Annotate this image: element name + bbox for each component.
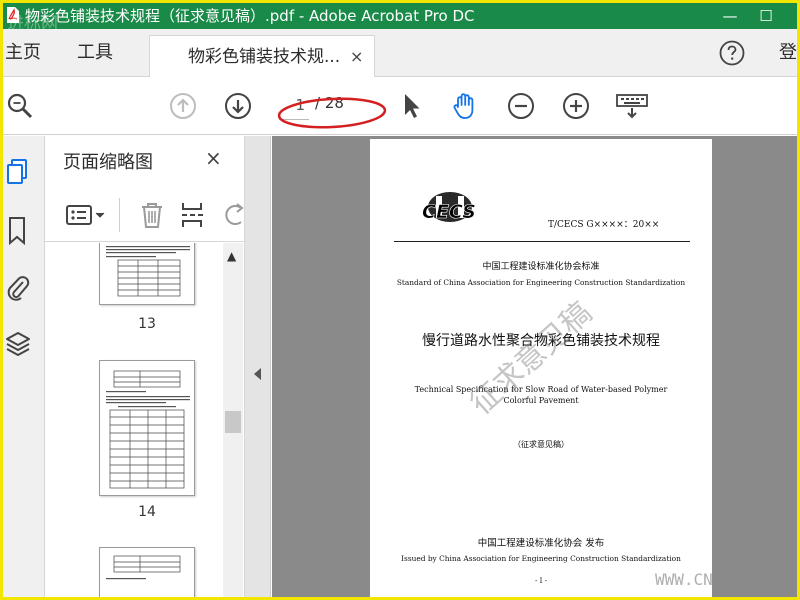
- toolbar-divider: [119, 198, 120, 232]
- annotation-ellipse: [277, 97, 387, 129]
- panel-splitter[interactable]: [245, 136, 271, 597]
- cursor-icon[interactable]: [396, 91, 426, 121]
- close-tab-button[interactable]: ×: [350, 36, 363, 78]
- arrow-down-circle-icon[interactable]: [223, 91, 253, 121]
- thumbnail-page-number: 13: [138, 316, 156, 332]
- maximize-button[interactable]: ☐: [743, 3, 789, 29]
- zoom-in-icon[interactable]: [561, 91, 591, 121]
- thumbnail-page[interactable]: [99, 547, 195, 597]
- trash-icon[interactable]: [137, 200, 167, 230]
- svg-text:CECS: CECS: [422, 201, 476, 223]
- draft-label: （征求意见稿）: [513, 440, 569, 449]
- org-standard-cn: 中国工程建设标准化协会标准: [482, 262, 600, 272]
- panel-toolbar: [45, 190, 245, 242]
- window-title: 物彩色铺装技术规程（征求意见稿）.pdf - Adobe Acrobat Pro…: [25, 7, 475, 25]
- thumbnails-list: 13 14: [45, 243, 223, 597]
- document-view[interactable]: CECS T/CECS G××××：20×× 中国工程建设标准化协会标准 Sta…: [272, 136, 797, 597]
- acrobat-window: 进标网 物彩色铺装技术规程（征求意见稿）.pdf - Adobe Acrobat…: [3, 3, 797, 597]
- thumbnail-page[interactable]: [99, 360, 195, 496]
- thumbnail-page-number: 14: [138, 504, 156, 520]
- rotate-icon[interactable]: [221, 200, 245, 230]
- zoom-out-icon[interactable]: [506, 91, 536, 121]
- tab-bar: 主页 工具 物彩色铺装技术规... × 登: [3, 29, 797, 77]
- help-icon[interactable]: [718, 39, 746, 67]
- issuer-en: Issued by China Association for Engineer…: [401, 554, 681, 563]
- navigation-rail: [3, 136, 45, 597]
- site-watermark: WWW.CN: [655, 570, 713, 589]
- tab-tools[interactable]: 工具: [77, 29, 113, 77]
- sign-in-link[interactable]: 登: [779, 29, 797, 77]
- pdf-page: CECS T/CECS G××××：20×× 中国工程建设标准化协会标准 Sta…: [370, 139, 712, 597]
- page-thumbnails-panel: 页面缩略图 × 13 14 ▲: [45, 136, 245, 597]
- search-icon[interactable]: [5, 91, 35, 121]
- close-panel-button[interactable]: ×: [205, 146, 222, 170]
- options-menu-icon[interactable]: [65, 200, 109, 230]
- document-tab-label: 物彩色铺装技术规...: [188, 47, 341, 67]
- collapse-panel-icon[interactable]: [254, 368, 261, 380]
- org-standard-en: Standard of China Association for Engine…: [396, 278, 686, 287]
- attachment-icon[interactable]: [5, 273, 31, 303]
- keyboard-icon[interactable]: [615, 91, 649, 121]
- issuer-cn: 中国工程建设标准化协会 发布: [477, 538, 605, 549]
- standard-number: T/CECS G××××：20××: [548, 220, 660, 230]
- insert-page-icon[interactable]: [179, 200, 209, 230]
- hand-icon[interactable]: [450, 91, 480, 121]
- tab-home[interactable]: 主页: [5, 29, 41, 77]
- chevron-up-icon[interactable]: ▲: [227, 249, 236, 263]
- header-rule: [394, 241, 690, 242]
- document-title-en: Technical Specification for Slow Road of…: [414, 385, 668, 405]
- panel-title: 页面缩略图: [63, 152, 153, 173]
- cecs-logo: CECS: [422, 192, 476, 223]
- bookmark-icon[interactable]: [5, 216, 31, 246]
- panel-scrollbar[interactable]: ▲: [223, 243, 243, 597]
- arrow-up-circle-icon[interactable]: [168, 91, 198, 121]
- toolbar: / 28: [3, 77, 797, 135]
- title-bar: 进标网 物彩色铺装技术规程（征求意见稿）.pdf - Adobe Acrobat…: [3, 3, 797, 29]
- scrollbar-thumb[interactable]: [225, 411, 241, 433]
- page-thumbnails-icon[interactable]: [5, 158, 31, 188]
- thumbnail-page[interactable]: [99, 243, 195, 305]
- tab-document[interactable]: 物彩色铺装技术规... ×: [149, 35, 375, 77]
- layers-icon[interactable]: [5, 330, 31, 360]
